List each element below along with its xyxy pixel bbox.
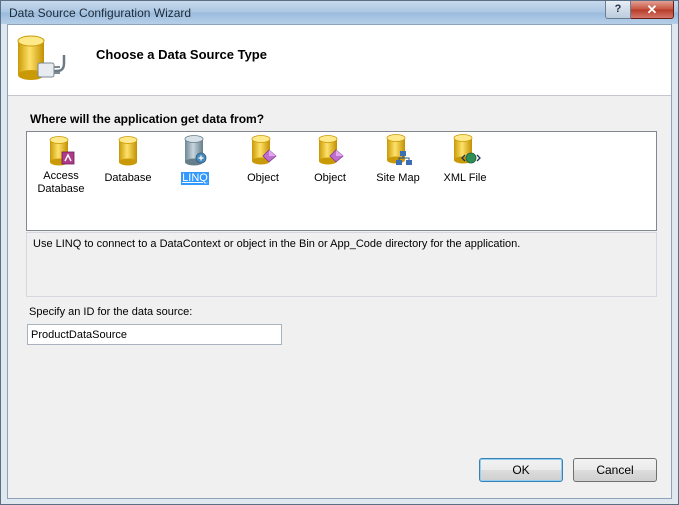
help-button[interactable]: ?	[605, 1, 631, 19]
description-panel: Use LINQ to connect to a DataContext or …	[26, 232, 657, 297]
type-label-object-1: Object	[247, 172, 279, 184]
type-item-object-1[interactable]: Object	[230, 132, 296, 186]
linq-icon	[184, 135, 207, 166]
type-item-database[interactable]: Database	[95, 132, 161, 186]
wizard-header: Choose a Data Source Type	[8, 25, 671, 96]
description-text: Use LINQ to connect to a DataContext or …	[33, 238, 521, 250]
cancel-button[interactable]: Cancel	[573, 458, 657, 482]
type-item-access-database[interactable]: Access Database	[28, 132, 94, 197]
type-label-site-map: Site Map	[376, 172, 420, 184]
window-buttons: ? ✕	[605, 1, 674, 19]
type-label-linq: LINQ	[181, 172, 209, 185]
page-title: Choose a Data Source Type	[96, 47, 267, 62]
source-question: Where will the application get data from…	[30, 112, 265, 126]
type-item-xml-file[interactable]: XML File	[432, 132, 498, 186]
type-label-database: Database	[104, 172, 152, 184]
id-field-label: Specify an ID for the data source:	[29, 306, 193, 318]
title-bar[interactable]: Data Source Configuration Wizard ? ✕	[1, 1, 678, 24]
type-item-object-2[interactable]: Object	[297, 132, 363, 186]
wizard-window: Data Source Configuration Wizard ? ✕ Cho…	[0, 0, 679, 505]
dialog-body: Choose a Data Source Type Where will the…	[7, 24, 672, 499]
type-item-linq[interactable]: LINQ	[162, 132, 228, 186]
data-source-id-input[interactable]	[27, 324, 282, 345]
database-icon	[118, 136, 138, 166]
ok-button[interactable]: OK	[479, 458, 563, 482]
object-icon	[251, 135, 277, 165]
type-label-object-2: Object	[314, 172, 346, 184]
database-plug-icon	[17, 35, 66, 80]
data-source-type-list: Access Database Database LINQ Object Obj…	[26, 131, 657, 231]
object-icon	[318, 135, 344, 165]
type-label-access-database: Access Database	[37, 170, 85, 195]
type-item-site-map[interactable]: Site Map	[365, 132, 431, 186]
xml-file-icon	[453, 134, 481, 164]
type-label-xml-file: XML File	[443, 172, 487, 184]
access-database-icon	[49, 136, 75, 166]
close-button[interactable]: ✕	[631, 1, 674, 19]
site-map-icon	[386, 134, 412, 165]
window-title: Data Source Configuration Wizard	[9, 6, 192, 20]
